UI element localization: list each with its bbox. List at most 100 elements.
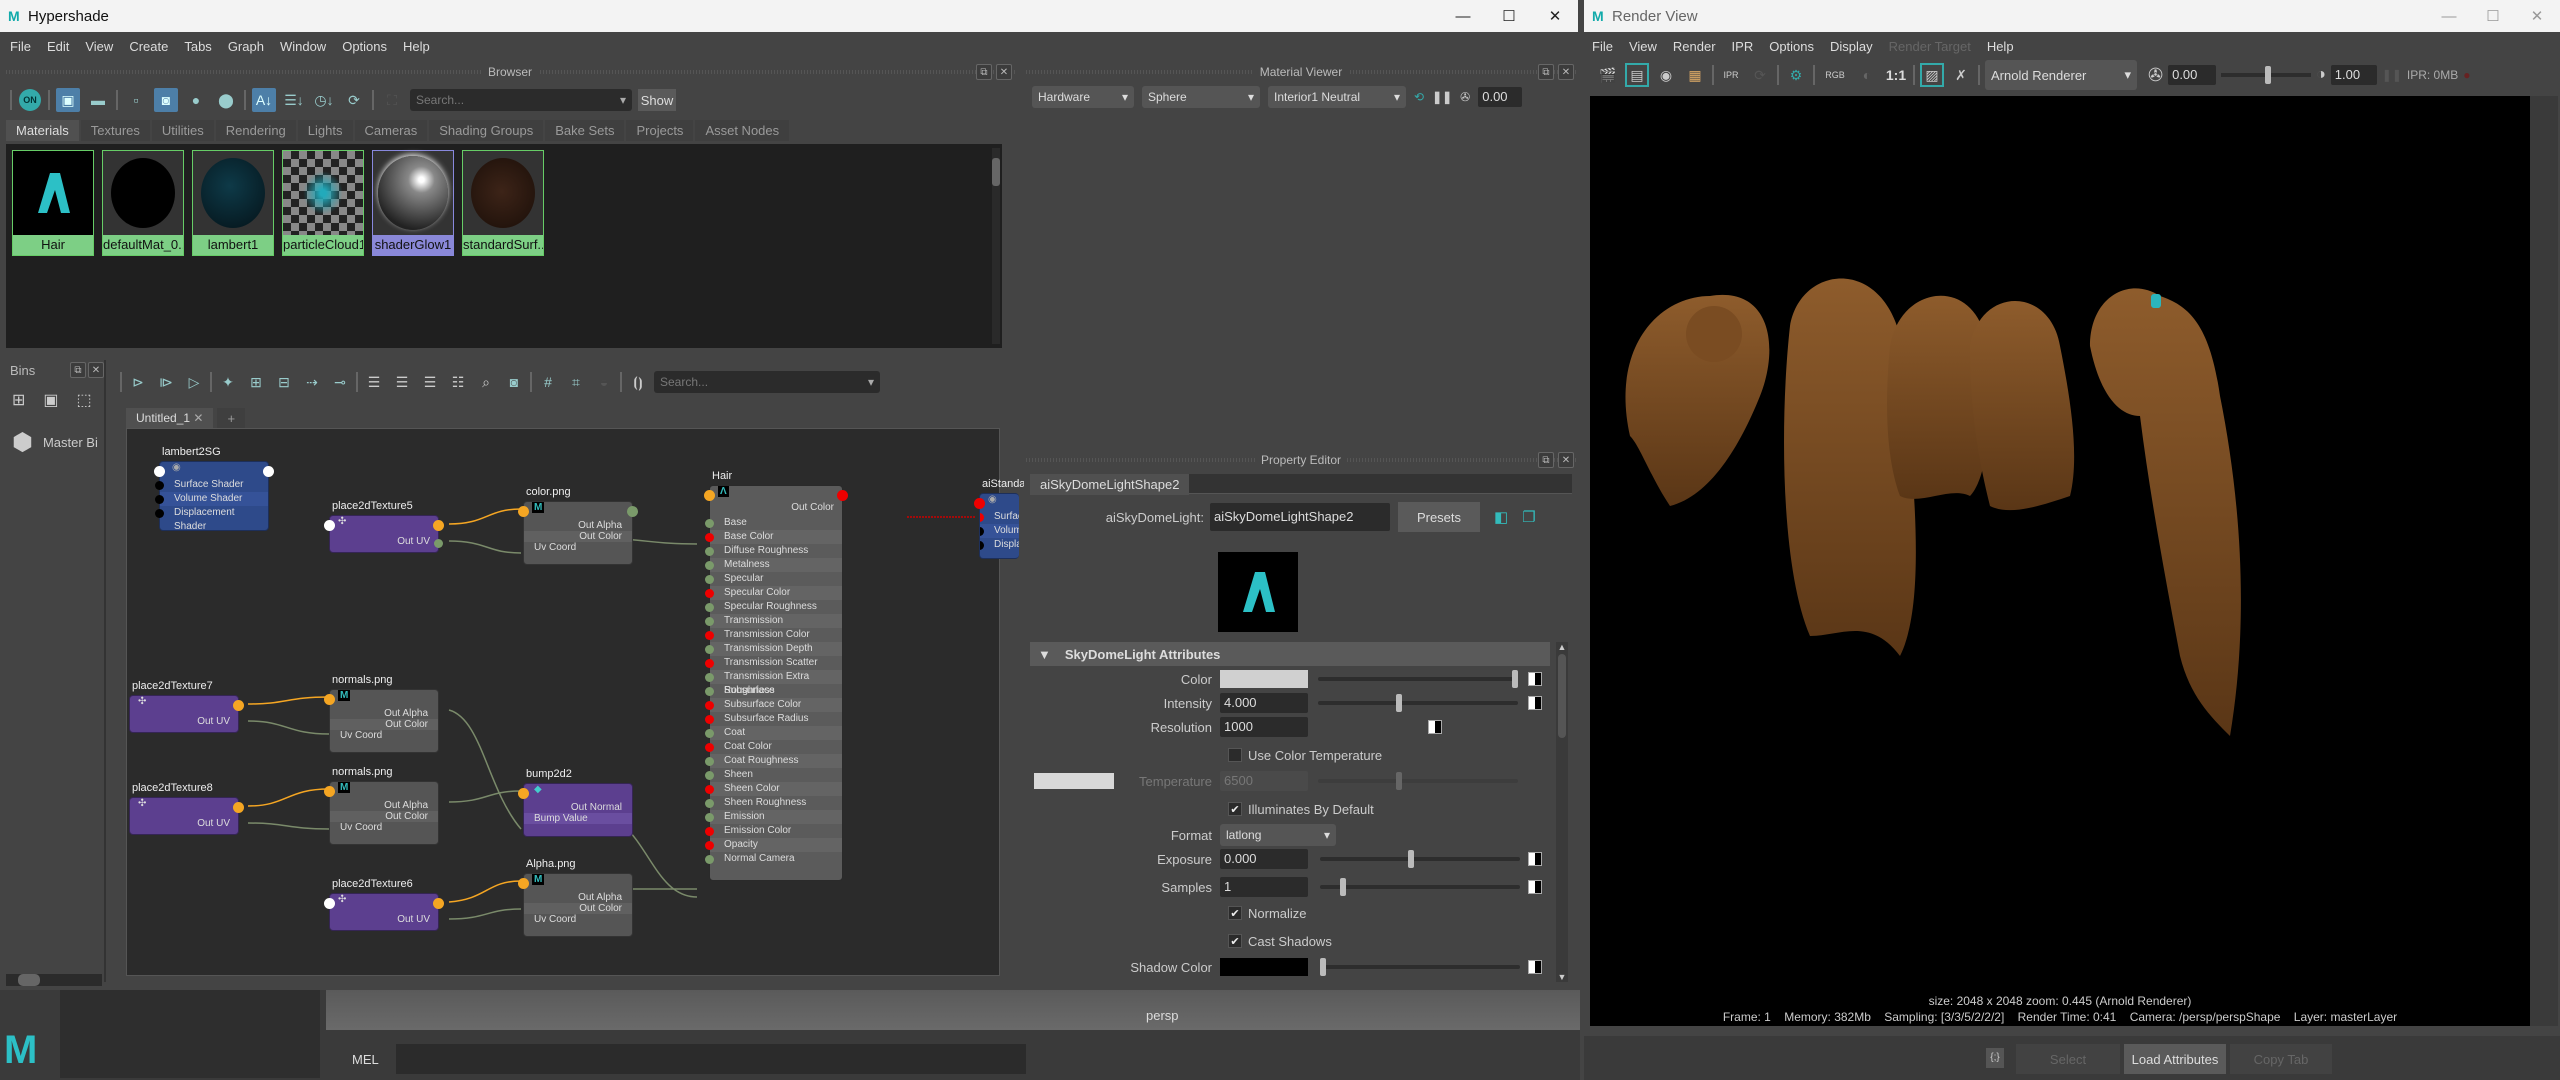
material-swatch[interactable]: standardSurf... [462,150,544,256]
output-port[interactable] [433,898,444,909]
input-port[interactable] [705,645,714,654]
menu-window[interactable]: Window [272,39,334,54]
tab-projects[interactable]: Projects [626,120,694,141]
toggle-on-icon[interactable]: ON [18,88,42,112]
sort-alpha-icon[interactable]: A↓ [252,88,276,112]
exposure-slider[interactable] [1320,850,1520,868]
output-connections-icon[interactable]: ▷ [182,370,206,394]
input-port[interactable] [705,855,714,864]
renderer-dropdown[interactable]: Hardware ▾ [1032,86,1134,108]
input-port[interactable] [705,589,714,598]
environment-dropdown[interactable]: Interior1 Neutral ▾ [1268,86,1406,108]
property-scrollbar[interactable]: ▲ ▼ [1556,642,1568,982]
small-swatch-icon[interactable]: ▫ [124,88,148,112]
list-view-icon[interactable]: ▬ [86,88,110,112]
tab-shading-groups[interactable]: Shading Groups [429,120,544,141]
map-button[interactable] [1528,672,1542,686]
tab-asset-nodes[interactable]: Asset Nodes [695,120,790,141]
viewport-strip[interactable]: persp [326,990,1580,1030]
script-icon[interactable]: {;} [1986,1048,2004,1068]
menu-file[interactable]: File [1584,39,1621,54]
render-canvas[interactable]: size: 2048 x 2048 zoom: 0.445 (Arnold Re… [1590,96,2530,1026]
input-port[interactable] [705,519,714,528]
input-port[interactable] [705,771,714,780]
close-panel-button[interactable]: ✕ [88,362,104,378]
close-button[interactable]: ✕ [1532,0,1578,32]
create-bin-icon[interactable]: ⊞ [12,390,25,410]
input-port[interactable] [705,547,714,556]
add-to-graph-icon[interactable]: ⊞ [244,370,268,394]
render-settings-icon[interactable]: ⚙ [1784,63,1808,87]
input-port[interactable] [704,490,715,501]
tab-bake-sets[interactable]: Bake Sets [545,120,625,141]
clear-graph-icon[interactable]: ✦ [216,370,240,394]
redo-render-icon[interactable]: 🎬 [1596,63,1620,87]
illuminates-checkbox[interactable]: ✔ [1228,802,1242,816]
refresh-icon[interactable]: ⟳ [342,88,366,112]
tab-untitled-1[interactable]: Untitled_1 ✕ [126,408,214,429]
output-port[interactable] [837,490,848,501]
output-port[interactable] [233,700,244,711]
show-button[interactable]: Show [638,89,676,111]
input-port[interactable] [705,561,714,570]
input-port[interactable] [705,827,714,836]
node-normals-png[interactable]: normals.png M Out Alpha Out Color Uv Coo… [324,766,439,845]
float-panel-button[interactable]: ⧉ [976,64,992,80]
render-region-icon[interactable]: ▤ [1625,63,1649,87]
tab-utilities[interactable]: Utilities [151,120,214,141]
material-swatch[interactable]: shaderGlow1 [372,150,454,256]
input-port[interactable] [154,466,165,477]
input-port[interactable] [705,785,714,794]
tab-lights[interactable]: Lights [297,120,353,141]
render-vscrollbar[interactable] [2530,96,2558,1026]
float-panel-button[interactable]: ⧉ [70,362,86,378]
swatch-view-icon[interactable]: ▣ [56,88,80,112]
output-port[interactable] [627,506,638,517]
stop-render-icon[interactable]: ● [2463,68,2470,82]
exposure-icon[interactable]: ✇ [1460,90,1470,104]
map-button[interactable] [1528,880,1542,894]
browser-scrollbar[interactable] [992,148,1000,344]
refresh-render-icon[interactable]: ⟲ [1414,90,1424,104]
minimize-button[interactable]: — [1440,0,1486,32]
node-hair-shader[interactable]: Hair Λ Out Color Base Base Color Diffuse R… [704,470,848,881]
load-attributes-button[interactable]: Load Attributes [2124,1044,2226,1074]
sort-time-icon[interactable]: ◷↓ [312,88,336,112]
map-button[interactable] [1528,960,1542,974]
menu-edit[interactable]: Edit [39,39,77,54]
tab-textures[interactable]: Textures [80,120,150,141]
input-port[interactable] [705,659,714,668]
node-place2dtexture8[interactable]: place2dTexture8 ✣ Out UV [129,782,244,835]
medium-swatch-icon[interactable]: ◙ [154,88,178,112]
input-port[interactable] [705,841,714,850]
map-button[interactable] [1528,696,1542,710]
tab-aiskydomelightshape2[interactable]: aiSkyDomeLightShape2 [1030,474,1190,495]
close-tab-icon[interactable]: ✕ [193,411,203,425]
node-lambert2sg[interactable]: lambert2SG ◉ Surface Shader Volume Shade… [154,446,274,532]
geometry-dropdown[interactable]: Sphere ▾ [1142,86,1260,108]
bins-hscrollbar[interactable] [6,974,102,986]
input-port[interactable] [705,575,714,584]
material-swatch[interactable]: defaultMat_0... [102,150,184,256]
input-port[interactable] [705,813,714,822]
shadow-color-swatch[interactable] [1220,958,1308,976]
menu-tabs[interactable]: Tabs [176,39,219,54]
node-name-field[interactable]: aiSkyDomeLightShape2 [1210,503,1390,531]
select-bin-contents-icon[interactable]: ⬚ [77,390,92,410]
format-dropdown[interactable]: latlong ▾ [1220,824,1336,846]
swatch-toggle-icon[interactable]: ◙ [502,370,526,394]
search-icon[interactable]: ⌕ [474,370,498,394]
input-port[interactable] [705,617,714,626]
menu-help[interactable]: Help [395,39,438,54]
master-bin-icon[interactable]: ⬢ [12,428,33,457]
bin-from-selection-icon[interactable]: ▣ [43,390,58,410]
keep-image-icon[interactable]: ▨ [1920,63,1944,87]
input-port[interactable] [518,878,529,889]
renderer-dropdown[interactable]: Arnold Renderer ▾ [1985,60,2137,90]
node-aistandardsurface-sg[interactable]: aiStandardSurfac ◉ Surface Shader Volume… [974,478,1067,559]
use-color-temp-checkbox[interactable] [1228,748,1242,762]
graph-search-input[interactable]: Search... ▾ [654,371,880,393]
intensity-slider[interactable] [1318,694,1518,712]
real-size-icon[interactable]: 1:1 [1884,63,1908,87]
close-button[interactable]: ✕ [2514,0,2560,32]
